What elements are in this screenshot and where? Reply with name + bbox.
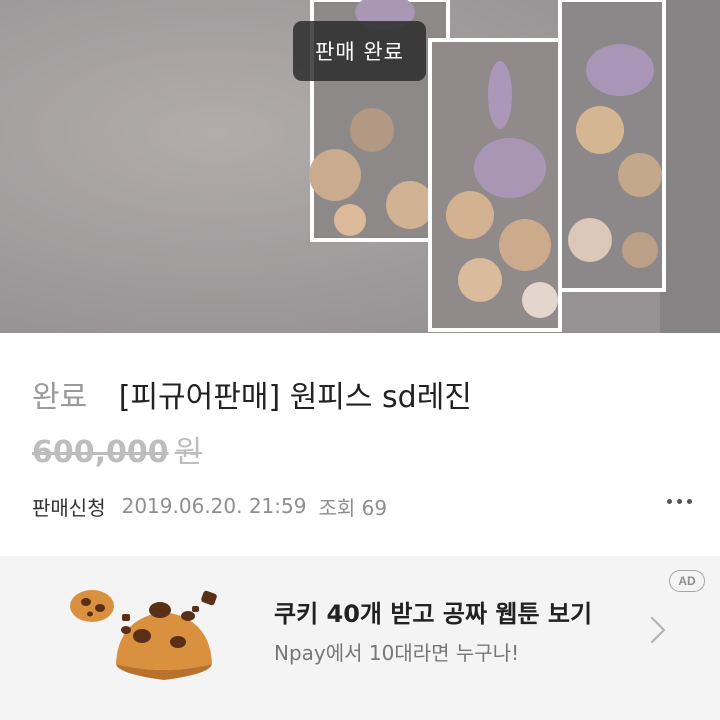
more-dots-icon[interactable]	[659, 488, 699, 514]
ad-badge[interactable]: AD	[669, 570, 705, 592]
view-count: 조회 69	[318, 495, 388, 520]
sale-apply-link[interactable]: 판매신청	[32, 492, 106, 521]
sold-badge: 판매 완료	[293, 21, 426, 81]
post-meta: 판매신청 2019.06.20. 21:59 조회 69	[32, 491, 387, 521]
product-photo[interactable]: 판매 완료	[0, 0, 720, 333]
post-date: 2019.06.20. 21:59	[121, 494, 307, 518]
product-title-row: 완료 [피규어판매] 원피스 sd레진	[32, 372, 472, 416]
cookie-icon	[70, 590, 217, 680]
more-dot	[666, 498, 672, 504]
more-dot	[676, 498, 682, 504]
ad-subtitle: Npay에서 10대라면 누구나!	[274, 641, 520, 665]
chevron-right-icon[interactable]	[648, 615, 668, 645]
price-unit: 원	[174, 435, 203, 470]
more-dot	[686, 498, 692, 504]
sale-status-label: 완료	[32, 380, 88, 415]
product-price: 600,000 원	[32, 427, 202, 471]
ad-title: 쿠키 40개 받고 공짜 웹툰 보기	[274, 600, 593, 628]
price-amount: 600,000	[32, 435, 169, 470]
product-title: [피규어판매] 원피스 sd레진	[118, 380, 472, 415]
